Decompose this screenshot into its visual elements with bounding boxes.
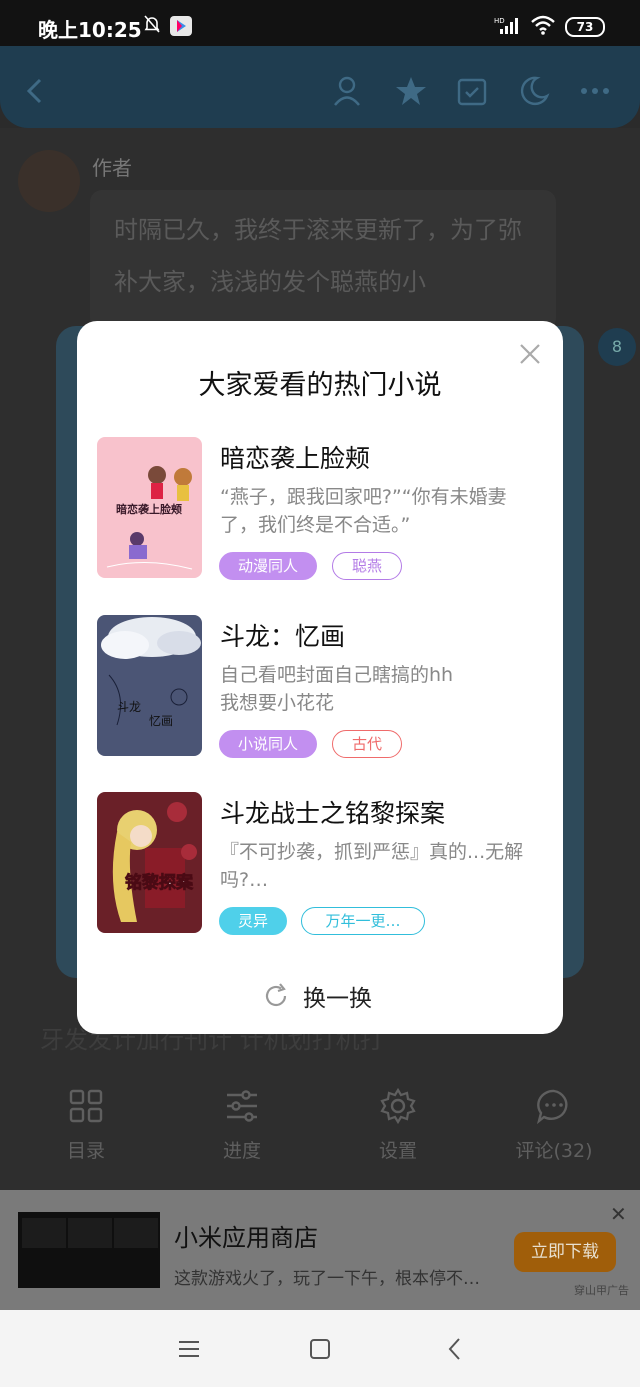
refresh-icon <box>265 983 287 1007</box>
tool-catalog[interactable]: 目录 <box>26 1088 146 1163</box>
status-time: 晚上10:25 <box>38 18 142 42</box>
side-badge[interactable]: 8 <box>598 328 636 366</box>
menu-icon[interactable] <box>176 1336 202 1362</box>
book-tag[interactable]: 古代 <box>332 730 402 758</box>
author-message-text: 时隔已久，我终于滚来更新了，为了弥补大家，浅浅的发个聪燕的小 <box>114 216 522 296</box>
tool-comments-label: 评论(32) <box>515 1140 593 1162</box>
star-icon[interactable] <box>394 74 428 108</box>
sliders-icon <box>227 1090 257 1122</box>
ad-thumbnail[interactable] <box>18 1212 160 1288</box>
book-description: “燕子，跟我回家吧?”“你有未婚妻了，我们终是不合适。” <box>220 486 507 536</box>
tool-comments[interactable]: 评论(32) <box>494 1088 614 1163</box>
book-item[interactable]: 铭黎探案 斗龙战士之铭黎探案 『不可抄袭，抓到严惩』真的...无解吗?… 灵异 … <box>97 792 543 942</box>
cover-title-text: 铭黎探案 <box>125 872 194 893</box>
book-cover[interactable]: 暗恋袭上脸颊 <box>97 437 202 578</box>
calendar-check-icon[interactable] <box>455 74 489 108</box>
book-title[interactable]: 斗龙战士之铭黎探案 <box>220 794 445 830</box>
comment-icon <box>536 1089 568 1125</box>
battery-indicator: 73 <box>565 17 605 37</box>
dialog-title: 大家爱看的热门小说 <box>198 370 442 401</box>
hot-novels-dialog: 大家爱看的热门小说 暗恋袭上脸颊 暗恋袭上脸颊 “燕子，跟我回家吧?”“你有未婚… <box>77 321 563 1034</box>
play-store-icon <box>170 16 192 36</box>
nav-back-icon[interactable] <box>442 1336 468 1362</box>
status-bar: 晚上10:25 HD 73 <box>0 0 640 46</box>
ad-banner[interactable]: 小米应用商店 这款游戏火了，玩了一下午，根本停不… ✕ 立即下载 穿山甲广告 <box>0 1190 640 1310</box>
book-tag[interactable]: 小说同人 <box>219 730 317 758</box>
signal-icon: HD <box>494 17 518 34</box>
system-nav-bar <box>0 1310 640 1387</box>
book-tag[interactable]: 万年一更… <box>301 907 425 935</box>
book-cover[interactable]: 斗龙 忆画 <box>97 615 202 756</box>
tool-progress[interactable]: 进度 <box>182 1088 302 1163</box>
book-tag[interactable]: 灵异 <box>219 907 287 935</box>
svg-text:HD: HD <box>494 17 505 25</box>
refresh-label: 换一换 <box>303 986 372 1012</box>
author-avatar[interactable] <box>18 150 80 212</box>
author-label: 作者 <box>92 156 132 180</box>
wifi-icon <box>531 15 555 35</box>
tool-catalog-label: 目录 <box>66 1140 105 1162</box>
muted-bell-icon <box>144 15 160 33</box>
book-item[interactable]: 斗龙 忆画 斗龙：忆画 自己看吧封面自己瞎搞的hh 我想要小花花 小说同人 古代 <box>97 615 543 765</box>
ad-source-tag: 穿山甲广告 <box>574 1284 629 1297</box>
more-icon[interactable] <box>578 74 612 108</box>
book-title[interactable]: 斗龙：忆画 <box>220 617 345 653</box>
close-icon[interactable] <box>517 341 543 367</box>
cover-title-text: 暗恋袭上脸颊 <box>116 502 182 516</box>
grid-icon <box>69 1089 103 1123</box>
book-cover[interactable]: 铭黎探案 <box>97 792 202 933</box>
book-title[interactable]: 暗恋袭上脸颊 <box>220 439 370 475</box>
tool-settings-label: 设置 <box>378 1140 417 1162</box>
tool-progress-label: 进度 <box>222 1140 261 1162</box>
user-follow-icon[interactable] <box>332 74 366 108</box>
cover-title-text: 忆画 <box>149 714 173 728</box>
home-icon[interactable] <box>307 1336 333 1362</box>
book-description: 『不可抄袭，抓到严惩』真的...无解吗?… <box>220 841 524 891</box>
reader-bottom-toolbar: 目录 进度 设置 评论(32) <box>0 1078 640 1190</box>
tool-settings[interactable]: 设置 <box>338 1087 458 1163</box>
ad-download-button[interactable]: 立即下载 <box>514 1232 616 1272</box>
back-icon[interactable] <box>18 74 52 108</box>
night-mode-icon[interactable] <box>517 74 551 108</box>
gear-icon <box>380 1087 416 1125</box>
book-item[interactable]: 暗恋袭上脸颊 暗恋袭上脸颊 “燕子，跟我回家吧?”“你有未婚妻了，我们终是不合适… <box>97 437 543 587</box>
book-description: 自己看吧封面自己瞎搞的hh 我想要小花花 <box>220 664 454 714</box>
book-tag[interactable]: 动漫同人 <box>219 552 317 580</box>
reader-top-bar <box>0 46 640 128</box>
ad-description[interactable]: 这款游戏火了，玩了一下午，根本停不… <box>174 1264 480 1289</box>
ad-close-button[interactable]: ✕ <box>610 1202 627 1226</box>
cover-title-text: 斗龙 <box>117 700 141 714</box>
ad-title[interactable]: 小米应用商店 <box>174 1218 318 1253</box>
book-tag[interactable]: 聪燕 <box>332 552 402 580</box>
